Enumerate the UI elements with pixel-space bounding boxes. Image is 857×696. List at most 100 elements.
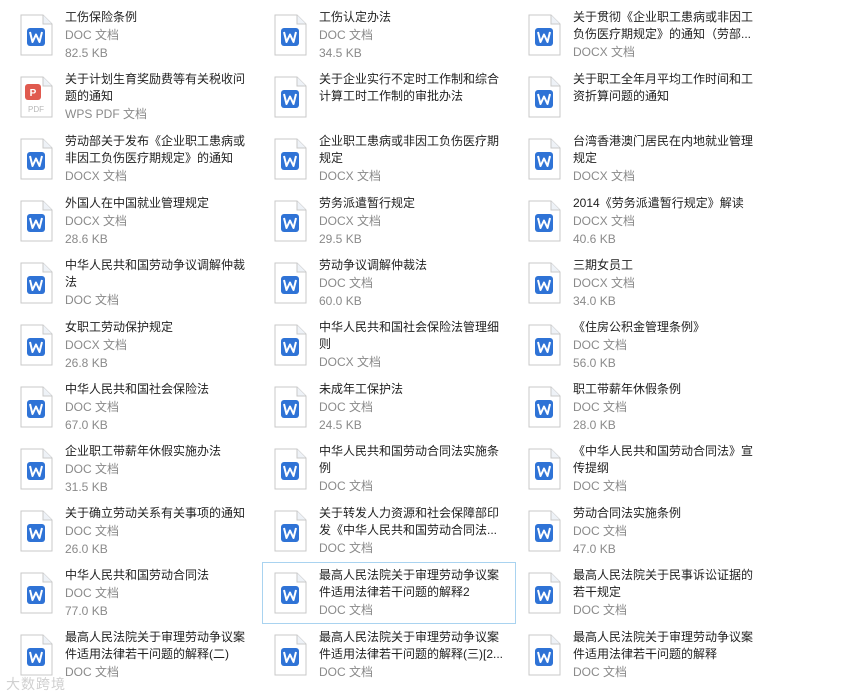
file-item[interactable]: 职工带薪年休假条例 DOC 文档 28.0 KB [516, 376, 770, 438]
file-meta: 企业职工带薪年休假实施办法 DOC 文档 31.5 KB [65, 442, 250, 496]
file-item[interactable]: 中华人民共和国劳动合同法 DOC 文档 77.0 KB [8, 562, 262, 624]
word-icon [19, 262, 53, 304]
file-name: 关于职工全年月平均工作时间和工资折算问题的通知 [573, 72, 754, 103]
file-item[interactable]: 《住房公积金管理条例》 DOC 文档 56.0 KB [516, 314, 770, 376]
file-name: 女职工劳动保护规定 [65, 320, 174, 334]
word-icon-graphic [274, 510, 307, 552]
file-name: 职工带薪年休假条例 [573, 382, 682, 396]
file-meta: 关于计划生育奖励费等有关税收问题的通知 WPS PDF 文档 [65, 70, 250, 123]
word-icon [527, 386, 561, 428]
file-item[interactable]: 关于转发人力资源和社会保障部印发《中华人民共和国劳动合同法... DOC 文档 [262, 500, 516, 562]
word-icon-graphic [528, 324, 561, 366]
file-item[interactable]: 关于确立劳动关系有关事项的通知 DOC 文档 26.0 KB [8, 500, 262, 562]
file-size: 77.0 KB [65, 604, 108, 618]
file-item[interactable]: 最高人民法院关于审理劳动争议案件适用法律若干问题的解释 DOC 文档 [516, 624, 770, 686]
file-item[interactable]: 2014《劳务派遣暂行规定》解读 DOCX 文档 40.6 KB [516, 190, 770, 252]
file-type: DOC 文档 [319, 400, 374, 414]
file-item[interactable]: 最高人民法院关于民事诉讼证据的若干规定 DOC 文档 [516, 562, 770, 624]
file-item[interactable]: 企业职工带薪年休假实施办法 DOC 文档 31.5 KB [8, 438, 262, 500]
file-meta: 女职工劳动保护规定 DOCX 文档 26.8 KB [65, 318, 250, 372]
file-type: DOCX 文档 [573, 169, 636, 183]
file-item[interactable]: 关于职工全年月平均工作时间和工资折算问题的通知 [516, 66, 770, 128]
file-item[interactable]: 最高人民法院关于审理劳动争议案件适用法律若干问题的解释2 DOC 文档 [262, 562, 516, 624]
word-icon [273, 14, 307, 56]
file-size: 56.0 KB [573, 356, 616, 370]
file-meta: 中华人民共和国社会保险法管理细则 DOCX 文档 [319, 318, 504, 371]
file-item[interactable]: 中华人民共和国劳动合同法实施条例 DOC 文档 [262, 438, 516, 500]
word-icon [527, 448, 561, 490]
svg-text:PDF: PDF [28, 105, 44, 114]
file-item[interactable]: 外国人在中国就业管理规定 DOCX 文档 28.6 KB [8, 190, 262, 252]
file-meta: 关于确立劳动关系有关事项的通知 DOC 文档 26.0 KB [65, 504, 250, 558]
file-item[interactable]: 《中华人民共和国劳动合同法》宣传提纲 DOC 文档 [516, 438, 770, 500]
file-name: 最高人民法院关于审理劳动争议案件适用法律若干问题的解释2 [319, 568, 500, 599]
file-name: 劳务派遣暂行规定 [319, 196, 416, 210]
word-icon [19, 200, 53, 242]
file-type: DOC 文档 [65, 462, 120, 476]
file-item[interactable]: 三期女员工 DOCX 文档 34.0 KB [516, 252, 770, 314]
file-size: 28.6 KB [65, 232, 108, 246]
word-icon [527, 634, 561, 676]
word-icon-graphic [274, 76, 307, 118]
pdf-icon-graphic: P PDF [20, 76, 53, 118]
file-item[interactable]: 工伤保险条例 DOC 文档 82.5 KB [8, 4, 262, 66]
file-meta: 未成年工保护法 DOC 文档 24.5 KB [319, 380, 504, 434]
word-icon [273, 448, 307, 490]
file-meta: 台湾香港澳门居民在内地就业管理规定 DOCX 文档 [573, 132, 758, 185]
file-type: DOC 文档 [573, 338, 628, 352]
file-item[interactable]: 劳务派遣暂行规定 DOCX 文档 29.5 KB [262, 190, 516, 252]
file-item[interactable]: 劳动争议调解仲裁法 DOC 文档 60.0 KB [262, 252, 516, 314]
file-meta: 最高人民法院关于审理劳动争议案件适用法律若干问题的解释 DOC 文档 [573, 628, 758, 681]
file-item[interactable]: 中华人民共和国劳动争议调解仲裁法 DOC 文档 [8, 252, 262, 314]
file-name: 中华人民共和国劳动争议调解仲裁法 [65, 258, 246, 289]
word-icon [19, 324, 53, 366]
file-meta: 职工带薪年休假条例 DOC 文档 28.0 KB [573, 380, 758, 434]
svg-text:P: P [30, 88, 37, 99]
file-name: 三期女员工 [573, 258, 634, 272]
word-icon-graphic [20, 138, 53, 180]
word-icon-graphic [274, 448, 307, 490]
file-type: DOC 文档 [319, 665, 374, 679]
file-item[interactable]: 劳动合同法实施条例 DOC 文档 47.0 KB [516, 500, 770, 562]
file-size: 24.5 KB [319, 418, 362, 432]
word-icon [19, 510, 53, 552]
file-grid: 工伤保险条例 DOC 文档 82.5 KB 工伤认定办法 DOC 文档 34.5 KB 关于… [8, 4, 770, 686]
word-icon [273, 138, 307, 180]
file-name: 关于贯彻《企业职工患病或非因工负伤医疗期规定》的通知（劳部... [573, 10, 754, 41]
file-meta: 最高人民法院关于民事诉讼证据的若干规定 DOC 文档 [573, 566, 758, 619]
word-icon-graphic [274, 262, 307, 304]
word-icon [273, 324, 307, 366]
file-type: DOCX 文档 [573, 45, 636, 59]
file-item[interactable]: 中华人民共和国社会保险法管理细则 DOCX 文档 [262, 314, 516, 376]
word-icon-graphic [528, 138, 561, 180]
file-size: 60.0 KB [319, 294, 362, 308]
file-meta: 关于贯彻《企业职工患病或非因工负伤医疗期规定》的通知（劳部... DOCX 文档 [573, 8, 758, 61]
word-icon [527, 324, 561, 366]
file-meta: 关于转发人力资源和社会保障部印发《中华人民共和国劳动合同法... DOC 文档 [319, 504, 504, 557]
file-name: 中华人民共和国社会保险法 [65, 382, 210, 396]
file-name: 2014《劳务派遣暂行规定》解读 [573, 196, 744, 210]
file-item[interactable]: 女职工劳动保护规定 DOCX 文档 26.8 KB [8, 314, 262, 376]
file-meta: 劳动争议调解仲裁法 DOC 文档 60.0 KB [319, 256, 504, 310]
file-item[interactable]: 关于企业实行不定时工作制和综合计算工时工作制的审批办法 [262, 66, 516, 128]
file-item[interactable]: 最高人民法院关于审理劳动争议案件适用法律若干问题的解释(三)[2... DOC 文… [262, 624, 516, 686]
word-icon [19, 138, 53, 180]
word-icon [273, 386, 307, 428]
file-item[interactable]: 工伤认定办法 DOC 文档 34.5 KB [262, 4, 516, 66]
word-icon [527, 76, 561, 118]
word-icon [527, 138, 561, 180]
file-meta: 三期女员工 DOCX 文档 34.0 KB [573, 256, 758, 310]
file-item[interactable]: 企业职工患病或非因工负伤医疗期规定 DOCX 文档 [262, 128, 516, 190]
file-item[interactable]: P PDF 关于计划生育奖励费等有关税收问题的通知 WPS PDF 文档 [8, 66, 262, 128]
word-icon-graphic [274, 138, 307, 180]
file-item[interactable]: 劳动部关于发布《企业职工患病或非因工负伤医疗期规定》的通知 DOCX 文档 [8, 128, 262, 190]
file-type: DOCX 文档 [65, 214, 128, 228]
file-item[interactable]: 未成年工保护法 DOC 文档 24.5 KB [262, 376, 516, 438]
word-icon-graphic [528, 14, 561, 56]
word-icon [527, 14, 561, 56]
word-icon [19, 14, 53, 56]
file-item[interactable]: 中华人民共和国社会保险法 DOC 文档 67.0 KB [8, 376, 262, 438]
file-item[interactable]: 关于贯彻《企业职工患病或非因工负伤医疗期规定》的通知（劳部... DOCX 文档 [516, 4, 770, 66]
file-item[interactable]: 台湾香港澳门居民在内地就业管理规定 DOCX 文档 [516, 128, 770, 190]
file-size: 67.0 KB [65, 418, 108, 432]
